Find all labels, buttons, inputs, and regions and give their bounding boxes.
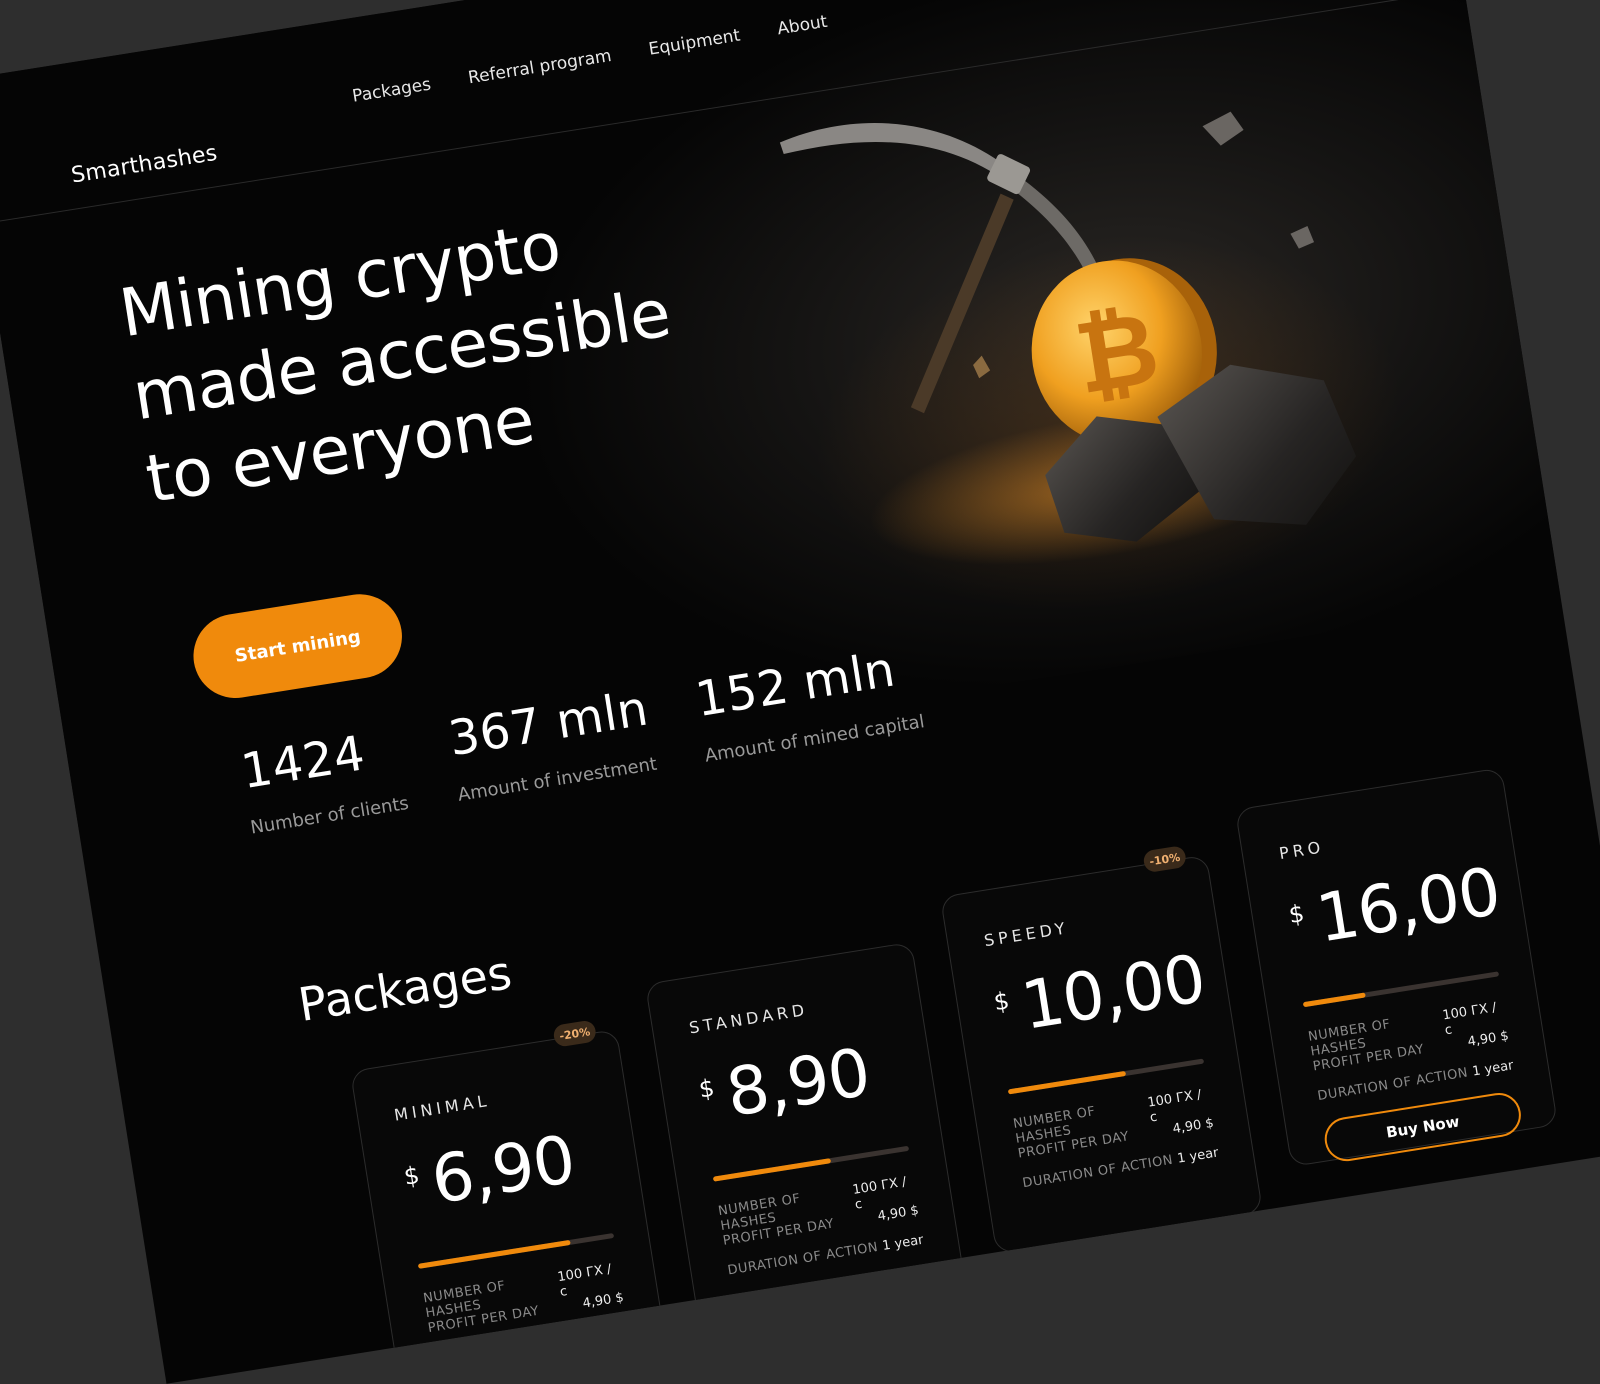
package-card-standard[interactable]: STANDARD $8,90 NUMBER OF HASHES 100 ГХ / cP… (644, 941, 969, 1342)
package-name: MINIMAL (392, 1090, 492, 1125)
spec-value: 1 year (1176, 1145, 1220, 1167)
spec-value: 1 year (586, 1319, 630, 1342)
package-price: $6,90 (399, 1120, 580, 1224)
site-logo[interactable]: Smarthashes (69, 141, 219, 189)
price-amount: 16,00 (1311, 852, 1506, 958)
package-price: $16,00 (1284, 853, 1505, 962)
stat-label: Number of clients (248, 792, 411, 839)
price-amount: 8,90 (721, 1033, 875, 1132)
progress-bar (712, 1145, 910, 1182)
nav-item-packages[interactable]: Packages (351, 75, 432, 107)
currency-symbol: $ (696, 1073, 717, 1104)
package-name: SPEEDY (982, 918, 1070, 951)
discount-badge: -20% (552, 1019, 598, 1048)
pebble-shape (973, 355, 991, 379)
progress-fill (1302, 992, 1367, 1008)
spec-label: DURATION OF ACTION (1021, 1152, 1175, 1192)
pebble-shape (1290, 226, 1315, 249)
pickaxe-head-shape (779, 123, 1018, 185)
progress-bar (417, 1232, 615, 1269)
package-name: PRO (1277, 837, 1326, 864)
discount-badge: -10% (1142, 844, 1188, 874)
pebble-shape (1202, 111, 1244, 146)
nav-item-about[interactable]: About (776, 12, 829, 40)
package-price: $10,00 (989, 940, 1210, 1049)
pickaxe-bitcoin-illustration: ₿ (779, 111, 1357, 565)
progress-fill (712, 1158, 831, 1182)
package-card-minimal[interactable]: -20% MINIMAL $6,90 NUMBER OF HASHES 100 ГХ /… (349, 1019, 674, 1384)
package-card-speedy[interactable]: -10% SPEEDY $10,00 NUMBER OF HASHES 100 ГХ /… (939, 844, 1264, 1255)
buy-now-button[interactable]: Buy Now (1321, 1089, 1525, 1165)
main-nav: Packages Referral program Equipment Abou… (351, 12, 829, 107)
progress-fill (1007, 1070, 1126, 1095)
pickaxe-handle-shape (910, 193, 1014, 414)
spec-label: DURATION OF ACTION (431, 1327, 585, 1366)
package-card-pro[interactable]: PRO $16,00 NUMBER OF HASHES 100 ГХ / c PROFI… (1234, 767, 1559, 1168)
progress-bar (1007, 1058, 1205, 1095)
package-price: $8,90 (694, 1033, 875, 1137)
progress-fill (417, 1239, 572, 1269)
spec-value: 1 year (881, 1232, 925, 1254)
spec-label: DURATION OF ACTION (1316, 1065, 1470, 1105)
landing-page: Smarthashes Packages Referral program Eq… (0, 0, 1600, 1384)
nav-item-equipment[interactable]: Equipment (647, 26, 741, 60)
spec-label: DURATION OF ACTION (726, 1239, 880, 1279)
spec-value: 1 year (1471, 1058, 1515, 1080)
currency-symbol: $ (401, 1160, 422, 1191)
price-amount: 6,90 (426, 1120, 580, 1220)
price-amount: 10,00 (1016, 939, 1211, 1045)
currency-symbol: $ (1286, 899, 1307, 930)
nav-item-referral[interactable]: Referral program (467, 46, 613, 88)
package-name: STANDARD (687, 999, 810, 1038)
packages-title: Packages (294, 945, 516, 1033)
progress-bar (1302, 971, 1500, 1008)
currency-symbol: $ (991, 986, 1012, 1017)
